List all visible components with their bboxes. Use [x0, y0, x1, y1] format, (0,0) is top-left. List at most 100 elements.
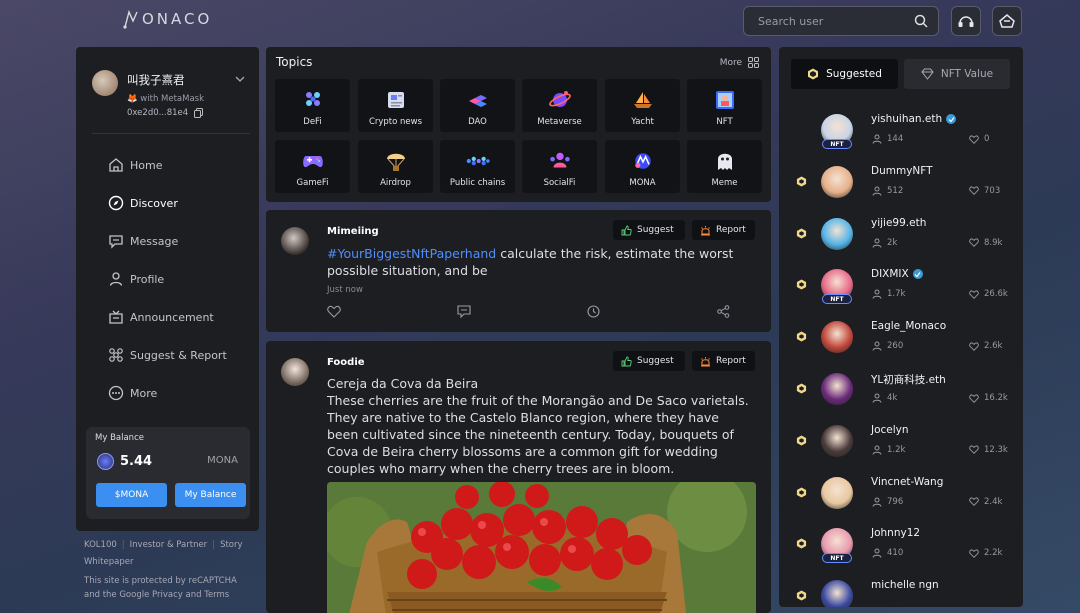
- mona-button[interactable]: $MONA: [96, 483, 167, 507]
- topic-meme[interactable]: Meme: [687, 140, 762, 193]
- user-name[interactable]: YL初商科技.eth: [871, 372, 946, 387]
- avatar[interactable]: [92, 70, 118, 96]
- wallet-label-text: with MetaMask: [140, 94, 205, 104]
- user-name[interactable]: Johnny12: [871, 527, 920, 539]
- avatar[interactable]: [821, 424, 853, 457]
- topic-label: Metaverse: [537, 117, 582, 127]
- suggested-user-row[interactable]: Eagle_Monaco 260 2.6k: [779, 311, 1023, 363]
- chevron-down-icon[interactable]: [235, 75, 245, 83]
- report-button[interactable]: Report: [692, 220, 755, 240]
- avatar[interactable]: [821, 217, 853, 250]
- suggested-user-row[interactable]: NFT yishuihan.eth 144 0: [779, 104, 1023, 156]
- suggest-button[interactable]: Suggest: [613, 220, 685, 240]
- user-card[interactable]: 叫我子熹君 🦊 with MetaMask 0xe2d0...81e4: [92, 70, 250, 118]
- post-author[interactable]: Mimeiing: [327, 226, 379, 237]
- footer-link-investor[interactable]: Investor & Partner: [130, 540, 208, 550]
- footer-link-story[interactable]: Story: [220, 540, 242, 550]
- suggested-user-row[interactable]: michelle ngn: [779, 570, 1023, 607]
- topic-defi[interactable]: DeFi: [275, 79, 350, 132]
- topics-more-button[interactable]: More: [720, 57, 759, 68]
- separator: |: [212, 540, 216, 550]
- user-name[interactable]: Eagle_Monaco: [871, 320, 946, 332]
- topic-dao[interactable]: DAO: [440, 79, 515, 132]
- likes-value: 2.6k: [984, 341, 1003, 352]
- captcha-notice-2[interactable]: and the Google Privacy and Terms: [84, 590, 229, 600]
- footer-link-kol100[interactable]: KOL100: [84, 540, 117, 550]
- nav-more[interactable]: More: [108, 385, 157, 401]
- footer-link-whitepaper[interactable]: Whitepaper: [84, 557, 133, 567]
- topic-gamefi[interactable]: GameFi: [275, 140, 350, 193]
- avatar[interactable]: [821, 165, 853, 198]
- topic-mona[interactable]: MONA: [605, 140, 680, 193]
- user-name-row: DIXMIX: [871, 268, 923, 280]
- search-icon[interactable]: [914, 14, 928, 28]
- report-button[interactable]: Report: [692, 351, 755, 371]
- nav-suggest-report[interactable]: Suggest & Report: [108, 347, 227, 363]
- logo[interactable]: ONACO: [122, 9, 212, 29]
- post-image[interactable]: [327, 482, 756, 613]
- newspaper-icon: [384, 88, 408, 112]
- nav-message[interactable]: Message: [108, 233, 178, 249]
- suggested-user-row[interactable]: yijie99.eth 2k 8.9k: [779, 208, 1023, 260]
- likes-count: 703: [969, 186, 1000, 196]
- tab-suggested[interactable]: Suggested: [791, 59, 898, 89]
- nav-home[interactable]: Home: [108, 157, 162, 173]
- topic-public-chains[interactable]: Public chains: [440, 140, 515, 193]
- suggested-user-row[interactable]: Vincnet-Wang 796 2.4k: [779, 467, 1023, 519]
- topic-label: Public chains: [449, 178, 506, 188]
- balance-card: My Balance 5.44 MONA $MONA My Balance: [86, 427, 250, 519]
- balance-title: My Balance: [95, 433, 144, 443]
- post-author[interactable]: Foodie: [327, 357, 365, 368]
- topic-socialfi[interactable]: SocialFi: [522, 140, 597, 193]
- user-name[interactable]: Vincnet-Wang: [871, 476, 943, 488]
- user-icon: [872, 548, 882, 559]
- followers-value: 1.2k: [887, 444, 906, 455]
- suggested-user-row[interactable]: Jocelyn 1.2k 12.3k: [779, 415, 1023, 467]
- comment-icon[interactable]: [457, 305, 471, 318]
- search-box[interactable]: [743, 6, 939, 36]
- topic-crypto-news[interactable]: Crypto news: [358, 79, 433, 132]
- search-input[interactable]: [758, 14, 898, 28]
- logo-text: ONACO: [142, 10, 213, 28]
- suggest-icon: [109, 348, 123, 362]
- tab-nft-value[interactable]: NFT Value: [904, 59, 1010, 89]
- suggested-user-row[interactable]: NFT Johnny12 410 2.2k: [779, 518, 1023, 570]
- suggested-user-row[interactable]: DummyNFT 512 703: [779, 156, 1023, 208]
- avatar[interactable]: [821, 580, 853, 607]
- suggest-button[interactable]: Suggest: [613, 351, 685, 371]
- user-name[interactable]: yishuihan.eth: [871, 113, 942, 125]
- nav-profile[interactable]: Profile: [108, 271, 164, 287]
- user-name[interactable]: Jocelyn: [871, 424, 909, 436]
- wallet-button[interactable]: [992, 6, 1022, 36]
- user-name[interactable]: yijie99.eth: [871, 217, 926, 229]
- repost-icon[interactable]: [587, 305, 600, 318]
- post-text: #YourBiggestNftPaperhand calculate the r…: [327, 245, 747, 279]
- topic-airdrop[interactable]: Airdrop: [358, 140, 433, 193]
- heart-icon[interactable]: [327, 305, 341, 318]
- post-card: Foodie Suggest Report Cereja da Cova da …: [266, 341, 771, 613]
- nav-discover[interactable]: Discover: [108, 195, 178, 211]
- followers-count: 796: [872, 497, 903, 507]
- user-name[interactable]: michelle ngn: [871, 579, 939, 591]
- avatar[interactable]: [281, 227, 309, 255]
- copy-icon[interactable]: [194, 108, 204, 118]
- avatar[interactable]: [821, 476, 853, 509]
- nav-announcement[interactable]: Announcement: [108, 309, 214, 325]
- avatar[interactable]: [821, 321, 853, 354]
- topic-yacht[interactable]: Yacht: [605, 79, 680, 132]
- bag-icon: [999, 14, 1015, 28]
- hexagon-badge-icon: [796, 435, 807, 446]
- share-icon[interactable]: [717, 305, 730, 318]
- user-name-row: yijie99.eth: [871, 217, 926, 229]
- suggested-user-row[interactable]: NFT DIXMIX 1.7k 26.6k: [779, 259, 1023, 311]
- hashtag-link[interactable]: #YourBiggestNftPaperhand: [327, 246, 496, 261]
- topic-nft[interactable]: NFT: [687, 79, 762, 132]
- topic-metaverse[interactable]: Metaverse: [522, 79, 597, 132]
- headset-button[interactable]: [951, 6, 981, 36]
- avatar[interactable]: [821, 373, 853, 405]
- user-name[interactable]: DummyNFT: [871, 165, 933, 177]
- user-name[interactable]: DIXMIX: [871, 268, 909, 280]
- avatar[interactable]: [281, 358, 309, 386]
- my-balance-button[interactable]: My Balance: [175, 483, 246, 507]
- suggested-user-row[interactable]: YL初商科技.eth 4k 16.2k: [779, 363, 1023, 415]
